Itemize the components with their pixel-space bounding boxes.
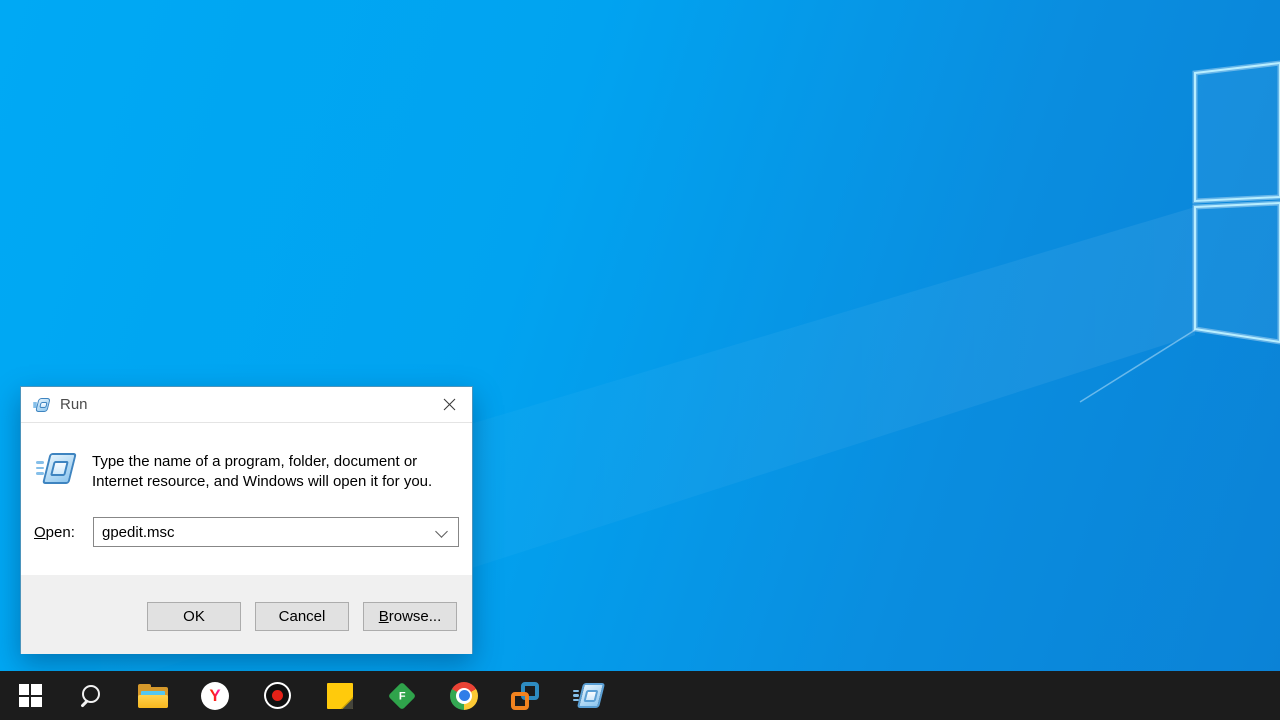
dialog-title: Run xyxy=(60,396,88,413)
start-button[interactable] xyxy=(2,671,58,720)
taskbar-sticky-notes[interactable] xyxy=(312,671,368,720)
taskbar: Y F xyxy=(0,671,1280,720)
description-line1: Type the name of a program, folder, docu… xyxy=(92,452,432,472)
run-icon-taskbar xyxy=(573,682,604,710)
taskbar-run-app[interactable] xyxy=(560,671,616,720)
windows-logo-icon xyxy=(19,684,42,707)
open-combobox xyxy=(93,517,459,547)
search-icon xyxy=(78,684,102,708)
record-icon xyxy=(264,682,291,709)
taskbar-screen-recorder[interactable] xyxy=(249,671,305,720)
taskbar-search-button[interactable] xyxy=(62,671,118,720)
dialog-footer: OK Cancel Browse... xyxy=(21,575,472,654)
yandex-browser-icon: Y xyxy=(201,682,229,710)
folder-icon xyxy=(138,684,168,708)
taskbar-f-diamond-app[interactable]: F xyxy=(374,671,430,720)
taskbar-vmware[interactable] xyxy=(497,671,553,720)
dialog-titlebar[interactable]: Run xyxy=(21,387,472,423)
cancel-button[interactable]: Cancel xyxy=(255,602,349,631)
dropdown-button[interactable] xyxy=(428,518,458,546)
sticky-note-icon xyxy=(327,683,353,709)
chrome-icon xyxy=(450,682,478,710)
green-diamond-f-icon: F xyxy=(388,681,416,709)
vmware-icon xyxy=(511,682,539,710)
browse-button[interactable]: Browse... xyxy=(363,602,457,631)
taskbar-google-chrome[interactable] xyxy=(436,671,492,720)
open-input[interactable] xyxy=(94,518,428,546)
run-dialog: Run Type the name of a program, folder, … xyxy=(20,386,473,654)
screen: Run Type the name of a program, folder, … xyxy=(0,0,1280,720)
taskbar-yandex-browser[interactable]: Y xyxy=(187,671,243,720)
close-button[interactable] xyxy=(427,387,472,422)
dialog-body: Type the name of a program, folder, docu… xyxy=(21,423,472,575)
run-icon xyxy=(33,397,50,412)
taskbar-file-explorer[interactable] xyxy=(125,671,181,720)
open-label: Open: xyxy=(34,524,75,541)
run-icon-large xyxy=(36,451,74,485)
dialog-description: Type the name of a program, folder, docu… xyxy=(92,452,432,492)
ok-button[interactable]: OK xyxy=(147,602,241,631)
description-line2: Internet resource, and Windows will open… xyxy=(92,472,432,492)
close-icon xyxy=(443,398,456,411)
